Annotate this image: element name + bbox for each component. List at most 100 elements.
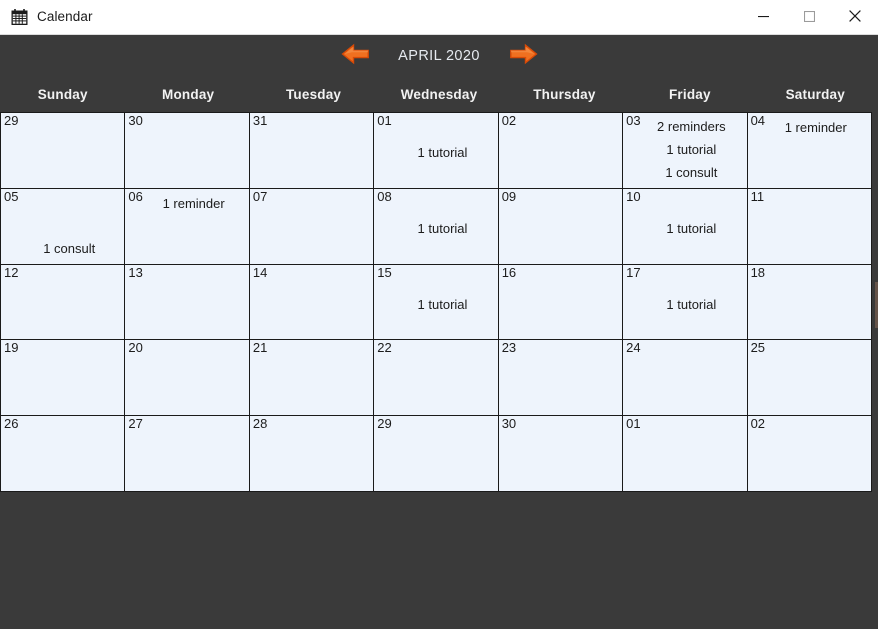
day-cell[interactable]: 28 (249, 416, 374, 491)
day-cell[interactable]: 05 1 consult (1, 188, 125, 264)
day-events (128, 418, 242, 487)
day-cell[interactable]: 17 1 tutorial (623, 264, 747, 340)
day-event[interactable]: 1 tutorial (646, 138, 736, 161)
day-cell[interactable]: 18 (747, 264, 871, 340)
day-cell[interactable]: 01 (623, 416, 747, 491)
day-cell[interactable]: 10 1 tutorial (623, 188, 747, 264)
day-cell[interactable]: 26 (1, 416, 125, 491)
next-month-button[interactable] (503, 41, 543, 71)
day-events: 1 tutorial (626, 267, 740, 336)
day-cell[interactable]: 29 (1, 113, 125, 188)
day-cell[interactable]: 31 (249, 113, 374, 188)
day-events (128, 115, 242, 184)
day-number: 02 (750, 416, 766, 432)
day-cell[interactable]: 09 (498, 188, 623, 264)
day-event[interactable]: 1 reminder (148, 191, 238, 216)
day-cell[interactable]: 23 (498, 340, 623, 416)
day-events (751, 418, 865, 487)
day-cell[interactable]: 20 (125, 340, 249, 416)
calendar-grid: 29 30 31 01 1 tutorial 02 03 2 reminders 1 tutor… (0, 112, 872, 492)
day-cell[interactable]: 06 1 reminder (125, 188, 249, 264)
day-events: 1 reminder (128, 191, 242, 260)
day-events (253, 418, 367, 487)
day-event[interactable]: 1 consult (24, 237, 114, 260)
day-cell[interactable]: 02 (498, 113, 623, 188)
calendar-grid-wrap: 29 30 31 01 1 tutorial 02 03 2 reminders 1 tutor… (0, 112, 878, 497)
weekday-header-saturday: Saturday (785, 86, 845, 102)
day-cell[interactable]: 24 (623, 340, 747, 416)
day-event[interactable]: 1 tutorial (646, 292, 736, 317)
day-cell[interactable]: 14 (249, 264, 374, 340)
day-number: 12 (4, 264, 19, 280)
day-cell[interactable]: 15 1 tutorial (374, 264, 498, 340)
day-cell[interactable]: 01 1 tutorial (374, 113, 498, 188)
day-events: 2 reminders 1 tutorial 1 consult (626, 115, 740, 184)
day-events (502, 115, 616, 184)
day-events (626, 418, 740, 487)
month-navigation: APRIL 2020 (0, 35, 878, 76)
calendar-icon (11, 8, 28, 26)
day-event[interactable]: 1 reminder (771, 115, 861, 140)
day-number: 13 (128, 264, 143, 280)
day-number: 14 (252, 264, 268, 280)
weekday-header-row: Sunday Monday Tuesday Wednesday Thursday… (0, 76, 878, 112)
day-events (253, 191, 367, 260)
minimize-button[interactable] (740, 0, 786, 35)
close-icon (849, 10, 861, 25)
day-events (751, 267, 865, 336)
day-cell[interactable]: 25 (747, 340, 871, 416)
day-number: 01 (626, 416, 641, 432)
window-controls (740, 0, 878, 35)
day-number: 01 (377, 113, 392, 128)
day-event[interactable]: 1 tutorial (397, 216, 487, 241)
day-cell[interactable]: 30 (125, 113, 249, 188)
day-cell[interactable]: 27 (125, 416, 249, 491)
day-cell[interactable]: 19 (1, 340, 125, 416)
maximize-icon (803, 10, 815, 25)
day-events (377, 342, 491, 411)
day-cell[interactable]: 29 (374, 416, 498, 491)
day-events: 1 tutorial (377, 191, 491, 260)
day-events: 1 tutorial (377, 115, 491, 184)
day-number: 29 (377, 416, 392, 432)
day-events (128, 342, 242, 411)
day-event[interactable]: 1 tutorial (397, 140, 487, 165)
day-cell[interactable]: 03 2 reminders 1 tutorial 1 consult (623, 113, 747, 188)
day-cell[interactable]: 16 (498, 264, 623, 340)
day-number: 27 (128, 416, 143, 432)
day-cell[interactable]: 02 (747, 416, 871, 491)
day-events: 1 tutorial (626, 191, 740, 260)
previous-month-button[interactable] (335, 41, 375, 71)
day-number: 26 (4, 416, 19, 432)
right-arrow-icon (509, 43, 538, 68)
day-cell[interactable]: 13 (125, 264, 249, 340)
day-event[interactable]: 1 consult (646, 161, 736, 184)
day-events (502, 418, 616, 487)
day-events (128, 267, 242, 336)
day-cell[interactable]: 21 (249, 340, 374, 416)
weekday-header-monday: Monday (162, 86, 215, 102)
day-event[interactable]: 1 tutorial (646, 216, 736, 241)
weekday-header-thursday: Thursday (533, 86, 596, 102)
day-number: 04 (750, 113, 766, 128)
day-events (751, 342, 865, 411)
day-cell[interactable]: 11 (747, 188, 871, 264)
day-cell[interactable]: 30 (498, 416, 623, 491)
day-cell[interactable]: 07 (249, 188, 374, 264)
left-arrow-icon (340, 43, 370, 68)
close-button[interactable] (832, 0, 878, 35)
day-cell[interactable]: 22 (374, 340, 498, 416)
day-cell[interactable]: 04 1 reminder (747, 113, 871, 188)
title-bar-left: Calendar (0, 8, 93, 26)
window-title: Calendar (37, 9, 93, 25)
day-events: 1 consult (4, 191, 118, 260)
day-number: 09 (501, 188, 517, 204)
day-event[interactable]: 2 reminders (646, 115, 736, 138)
maximize-button[interactable] (786, 0, 832, 35)
day-events (502, 191, 616, 260)
day-number: 16 (501, 264, 517, 280)
day-event[interactable]: 1 tutorial (397, 292, 487, 317)
day-cell[interactable]: 08 1 tutorial (374, 188, 498, 264)
day-cell[interactable]: 12 (1, 264, 125, 340)
day-number: 05 (4, 188, 19, 204)
